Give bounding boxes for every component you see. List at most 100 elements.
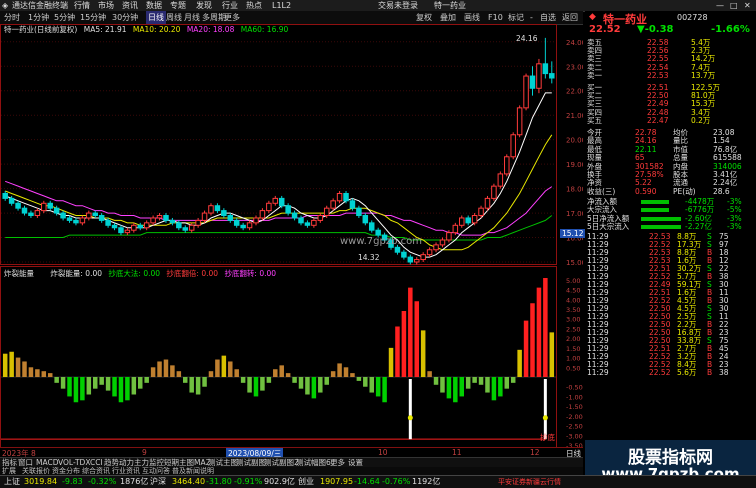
- sub-annotation: 抄底: [540, 433, 555, 442]
- menu-zhuanti[interactable]: 专题: [170, 0, 186, 11]
- candle-body: [66, 217, 73, 221]
- tick-side: B: [707, 368, 713, 377]
- minimize-button[interactable]: —: [716, 0, 724, 11]
- toolbar-diejia[interactable]: 叠加: [440, 11, 456, 24]
- candle-body: [368, 222, 375, 231]
- candle-body: [529, 75, 536, 89]
- sell-level-price: 22.53: [647, 70, 669, 80]
- tab-zonghe[interactable]: 综合资讯: [82, 467, 110, 475]
- period-tab-15min[interactable]: 15分钟: [80, 11, 106, 24]
- candle-body: [356, 207, 362, 217]
- sub-axis-label: 2.50: [566, 325, 580, 333]
- toolbar-huaxian[interactable]: 画线: [464, 11, 480, 24]
- toolbar-zixuan[interactable]: 自选: [540, 11, 556, 24]
- tick-volume: 5.6万: [677, 368, 697, 377]
- tab-kuozhan[interactable]: 扩展: [2, 467, 16, 475]
- price-axis-label: 23.00: [566, 63, 583, 71]
- candle-body: [233, 219, 240, 226]
- sub-axis-label: -2.50: [566, 423, 583, 431]
- candle-body: [266, 202, 272, 212]
- buy-level-price: 22.47: [647, 115, 669, 125]
- toolbar-f10[interactable]: F10: [488, 11, 503, 24]
- index-hs-value: 3464.40: [172, 477, 206, 486]
- sub-axis-label: 3.00: [566, 316, 580, 324]
- price-axis-label: 20.00: [566, 137, 583, 145]
- index-cy-value: 1907.95: [320, 477, 354, 486]
- buy-level-volume: 0.2万: [691, 115, 711, 125]
- stat-label: 总量: [673, 153, 688, 163]
- candle-body: [169, 219, 176, 224]
- period-tab-monthly[interactable]: 月线: [184, 11, 200, 24]
- main-legend: 特一药业(日线前复权) MA5: 21.91 MA10: 20.20 MA20:…: [4, 24, 288, 35]
- main-frame: [0, 24, 557, 265]
- period-tab-weekly[interactable]: 周线: [166, 11, 182, 24]
- status-message: 平安证券新疆云行情: [498, 478, 561, 486]
- menu-zixun[interactable]: 资讯: [122, 0, 138, 11]
- index-cy-name[interactable]: 创业: [298, 476, 314, 488]
- menu-shichang[interactable]: 市场: [98, 0, 114, 11]
- period-tab-more[interactable]: 更多: [224, 11, 240, 24]
- date-label-oct: 10: [378, 448, 388, 457]
- sub-axis-label: -2.00: [566, 413, 583, 421]
- candle-body: [195, 219, 201, 226]
- period-tab-multi[interactable]: 多周期: [202, 11, 226, 24]
- candle-body: [105, 219, 111, 226]
- flow-label: 5日大宗流入: [587, 221, 630, 231]
- index-cy-pct: -0.76%: [382, 477, 411, 486]
- menu-faxian[interactable]: 发现: [196, 0, 212, 11]
- sub-axis-label: 1.00: [566, 355, 580, 363]
- sub-axis-label: 4.00: [566, 296, 580, 304]
- candle-body: [446, 232, 452, 241]
- kline-chart[interactable]: 24.00 23.00 22.00 21.00 20.00 19.00 18.00 17.00…: [0, 24, 583, 457]
- candle-body: [131, 224, 137, 231]
- date-label-nov: 11: [452, 448, 462, 457]
- sub-frame: [0, 266, 557, 448]
- index-hs-name[interactable]: 沪深: [150, 476, 166, 488]
- signal-dot: [542, 415, 548, 421]
- maximize-button[interactable]: □: [730, 0, 738, 11]
- candle-body: [15, 202, 21, 209]
- period-tab-5min[interactable]: 5分钟: [54, 11, 75, 24]
- tab-guanlian[interactable]: 关联报价: [22, 467, 50, 475]
- login-status[interactable]: 交易未登录: [378, 0, 418, 11]
- status-bar: 上证 3019.84 -9.83 -0.32% 1876亿 沪深 3464.40…: [0, 475, 756, 488]
- tab-zijin[interactable]: 资金分布: [52, 467, 80, 475]
- price-box: 15.12: [560, 229, 586, 238]
- candle-body: [163, 215, 169, 221]
- candle-body: [124, 229, 131, 234]
- index-sh-name[interactable]: 上证: [4, 476, 20, 488]
- index-sh-amount: 1876亿: [120, 477, 149, 486]
- menu-l1l2[interactable]: L1L2: [272, 0, 291, 11]
- tab-hudong[interactable]: 互动问答: [142, 467, 170, 475]
- candle-body: [221, 210, 227, 217]
- toolbar-biaoji[interactable]: 标记: [508, 11, 524, 24]
- chart-area[interactable]: 24.00 23.00 22.00 21.00 20.00 19.00 18.00 17.00…: [0, 24, 586, 473]
- period-tab-daily[interactable]: 日线: [146, 11, 166, 24]
- period-tab-fenshi[interactable]: 分时: [4, 11, 20, 24]
- menu-hangye[interactable]: 行业: [222, 0, 238, 11]
- candle-body: [41, 202, 47, 212]
- toolbar-fanhui[interactable]: 返回: [562, 11, 578, 24]
- menu-shuju[interactable]: 数据: [146, 0, 162, 11]
- candle-body: [60, 212, 66, 219]
- index-sh-pct: -0.32%: [88, 477, 117, 486]
- sub-axis-label: -1.00: [566, 393, 583, 401]
- price-axis-label: 21.00: [566, 112, 583, 120]
- flow-value: -2.27亿: [685, 221, 712, 231]
- toolbar-minus[interactable]: -: [530, 11, 533, 24]
- price-axis-label: 17.00: [566, 210, 583, 218]
- menu-hangqing[interactable]: 行情: [74, 0, 90, 11]
- stat-label: 现量: [587, 153, 602, 163]
- sub-axis-label: -0.50: [566, 384, 583, 392]
- menu-redian[interactable]: 热点: [246, 0, 262, 11]
- period-tab-1min[interactable]: 1分钟: [28, 11, 49, 24]
- candle-body: [253, 217, 259, 224]
- tick-time: 11:29: [587, 368, 609, 377]
- toolbar-fuquan[interactable]: 复权: [416, 11, 432, 24]
- sub-axis-label: 2.00: [566, 335, 580, 343]
- stat-label: PE(动): [673, 186, 696, 196]
- tab-puji[interactable]: 普及新闻说明: [172, 467, 214, 475]
- tab-hangye-news[interactable]: 行业资讯: [112, 467, 140, 475]
- period-tab-30min[interactable]: 30分钟: [112, 11, 138, 24]
- close-button[interactable]: ✕: [744, 0, 751, 11]
